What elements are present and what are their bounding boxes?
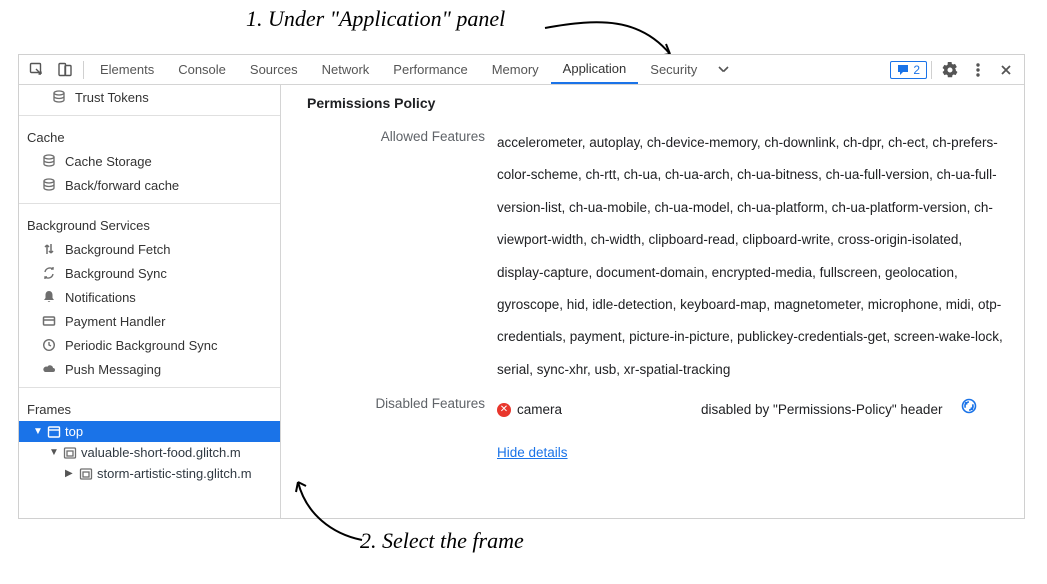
error-icon: ✕ <box>497 403 511 417</box>
reload-button[interactable] <box>961 394 977 426</box>
sidebar-item-back-forward-cache[interactable]: Back/forward cache <box>19 173 280 197</box>
panel-heading: Permissions Policy <box>307 95 1008 111</box>
bell-icon <box>41 289 57 305</box>
annotation-step-2: 2. Select the frame <box>360 528 524 554</box>
sidebar-item-cache-storage[interactable]: Cache Storage <box>19 149 280 173</box>
tab-network[interactable]: Network <box>310 55 382 84</box>
messages-count: 2 <box>913 63 920 77</box>
application-sidebar: Trust Tokens Cache Cache Storage Back/fo… <box>19 85 281 518</box>
database-icon <box>51 89 67 105</box>
frame-row-child[interactable]: ▶ storm-artistic-sting.glitch.m <box>19 463 280 484</box>
frame-name: storm-artistic-sting.glitch.m <box>97 466 252 481</box>
disabled-feature-name: camera <box>517 394 562 426</box>
tab-memory[interactable]: Memory <box>480 55 551 84</box>
disclosure-triangle-icon: ▶ <box>65 468 75 479</box>
sidebar-item-label: Background Fetch <box>65 242 171 257</box>
window-icon <box>47 425 61 439</box>
sidebar-item-bg-fetch[interactable]: Background Fetch <box>19 237 280 261</box>
divider <box>19 115 280 116</box>
devtools-window: Elements Console Sources Network Perform… <box>18 54 1025 519</box>
tab-console[interactable]: Console <box>166 55 238 84</box>
sidebar-item-periodic-sync[interactable]: Periodic Background Sync <box>19 333 280 357</box>
sidebar-item-label: Background Sync <box>65 266 167 281</box>
tab-application[interactable]: Application <box>551 55 639 84</box>
tab-security[interactable]: Security <box>638 55 709 84</box>
kebab-menu-button[interactable] <box>964 57 992 83</box>
sidebar-item-notifications[interactable]: Notifications <box>19 285 280 309</box>
disabled-feature-reason: disabled by "Permissions-Policy" header <box>701 394 961 426</box>
iframe-icon <box>79 467 93 481</box>
disabled-features-label: Disabled Features <box>307 394 497 411</box>
device-mode-button[interactable] <box>51 57 79 83</box>
annotation-step-1: 1. Under "Application" panel <box>246 6 505 32</box>
messages-badge[interactable]: 2 <box>890 61 927 79</box>
tab-sources[interactable]: Sources <box>238 55 310 84</box>
sidebar-item-label: Trust Tokens <box>75 90 149 105</box>
sidebar-item-payment[interactable]: Payment Handler <box>19 309 280 333</box>
sync-icon <box>41 265 57 281</box>
overflow-tabs-button[interactable] <box>709 57 737 83</box>
sidebar-item-push[interactable]: Push Messaging <box>19 357 280 381</box>
database-icon <box>41 153 57 169</box>
allowed-features-label: Allowed Features <box>307 127 497 144</box>
allowed-features-row: Allowed Features accelerometer, autoplay… <box>307 123 1008 390</box>
iframe-icon <box>63 446 77 460</box>
frame-name: top <box>65 424 83 439</box>
divider <box>19 387 280 388</box>
disclosure-triangle-icon: ▼ <box>49 447 59 458</box>
tab-performance[interactable]: Performance <box>381 55 479 84</box>
cloud-icon <box>41 361 57 377</box>
frame-row-child[interactable]: ▼ valuable-short-food.glitch.m <box>19 442 280 463</box>
divider <box>19 203 280 204</box>
sidebar-item-label: Push Messaging <box>65 362 161 377</box>
sidebar-item-label: Cache Storage <box>65 154 152 169</box>
settings-button[interactable] <box>936 57 964 83</box>
sidebar-group-cache: Cache <box>19 122 280 149</box>
frame-name: valuable-short-food.glitch.m <box>81 445 241 460</box>
database-icon <box>41 177 57 193</box>
arrows-vertical-icon <box>41 241 57 257</box>
disclosure-triangle-icon: ▼ <box>33 426 43 437</box>
credit-card-icon <box>41 313 57 329</box>
frame-row-top[interactable]: ▼ top <box>19 421 280 442</box>
toolbar: Elements Console Sources Network Perform… <box>19 55 1024 85</box>
divider <box>931 61 932 79</box>
sidebar-item-label: Payment Handler <box>65 314 165 329</box>
permissions-policy-panel: Permissions Policy Allowed Features acce… <box>281 85 1024 518</box>
allowed-features-value: accelerometer, autoplay, ch-device-memor… <box>497 127 1008 386</box>
disabled-features-row: Disabled Features ✕ camera disabled by "… <box>307 390 1008 473</box>
sidebar-item-trust-tokens[interactable]: Trust Tokens <box>19 85 280 109</box>
divider <box>83 61 84 79</box>
sidebar-group-frames: Frames <box>19 394 280 421</box>
hide-details-link[interactable]: Hide details <box>497 445 568 460</box>
close-devtools-button[interactable] <box>992 57 1020 83</box>
sidebar-item-label: Back/forward cache <box>65 178 179 193</box>
sidebar-group-background: Background Services <box>19 210 280 237</box>
tab-strip: Elements Console Sources Network Perform… <box>88 55 737 84</box>
tab-elements[interactable]: Elements <box>88 55 166 84</box>
clock-icon <box>41 337 57 353</box>
sidebar-item-label: Periodic Background Sync <box>65 338 217 353</box>
sidebar-item-bg-sync[interactable]: Background Sync <box>19 261 280 285</box>
sidebar-item-label: Notifications <box>65 290 136 305</box>
inspect-button[interactable] <box>23 57 51 83</box>
